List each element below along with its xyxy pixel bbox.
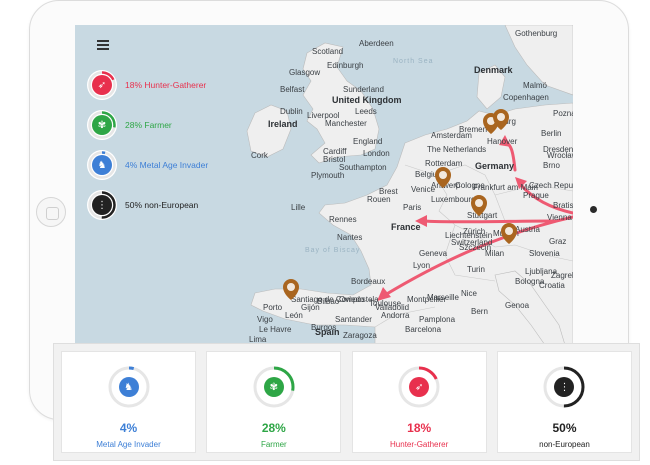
legend: ➶ 18% Hunter-Gatherer ✾ 28% Farmer ♞ 4% … xyxy=(87,65,208,225)
map-marker[interactable] xyxy=(501,223,517,244)
map-marker[interactable] xyxy=(435,167,451,188)
legend-label: 18% Hunter-Gatherer xyxy=(125,80,207,90)
horse-icon: ♞ xyxy=(92,155,112,175)
map-marker[interactable] xyxy=(471,195,487,216)
stats-panel: ♞ 4% Metal Age Invader ✾ 28% Farmer ➶ 18… xyxy=(53,343,640,461)
legend-item-metal[interactable]: ♞ 4% Metal Age Invader xyxy=(87,145,208,185)
stat-label: Farmer xyxy=(260,440,287,449)
bow-arrow-icon: ➶ xyxy=(92,75,112,95)
horse-icon: ♞ xyxy=(118,377,139,397)
legend-label: 50% non-European xyxy=(125,200,199,210)
stat-label: Hunter-Gatherer xyxy=(390,440,449,449)
camera-icon xyxy=(590,206,597,213)
stat-value: 50% xyxy=(552,421,577,435)
legend-item-hunter[interactable]: ➶ 18% Hunter-Gatherer xyxy=(87,65,208,105)
stat-value: 18% xyxy=(407,421,432,435)
map-screen[interactable]: North Sea Bay of Biscay United Kingdom I… xyxy=(75,25,573,345)
stat-card-metal[interactable]: ♞ 4% Metal Age Invader xyxy=(61,351,196,453)
hamburger-menu-icon[interactable] xyxy=(97,40,109,50)
dots-icon: ⋮ xyxy=(92,195,112,215)
stat-value: 4% xyxy=(119,421,138,435)
stat-label: Metal Age Invader xyxy=(96,440,161,449)
wheat-icon: ✾ xyxy=(92,115,112,135)
legend-item-non-european[interactable]: ⋮ 50% non-European xyxy=(87,185,208,225)
map-marker[interactable] xyxy=(283,279,299,300)
wheat-icon: ✾ xyxy=(263,377,284,397)
legend-label: 4% Metal Age Invader xyxy=(125,160,209,170)
legend-item-farmer[interactable]: ✾ 28% Farmer xyxy=(87,105,208,145)
legend-label: 28% Farmer xyxy=(125,120,172,130)
home-button[interactable] xyxy=(36,197,66,227)
stat-card-hunter[interactable]: ➶ 18% Hunter-Gatherer xyxy=(351,351,487,453)
stat-card-farmer[interactable]: ✾ 28% Farmer xyxy=(206,351,342,453)
stat-card-non-european[interactable]: ⋮ 50% non-European xyxy=(496,351,632,453)
stat-label: non-European xyxy=(539,440,590,449)
stat-value: 28% xyxy=(261,421,286,435)
